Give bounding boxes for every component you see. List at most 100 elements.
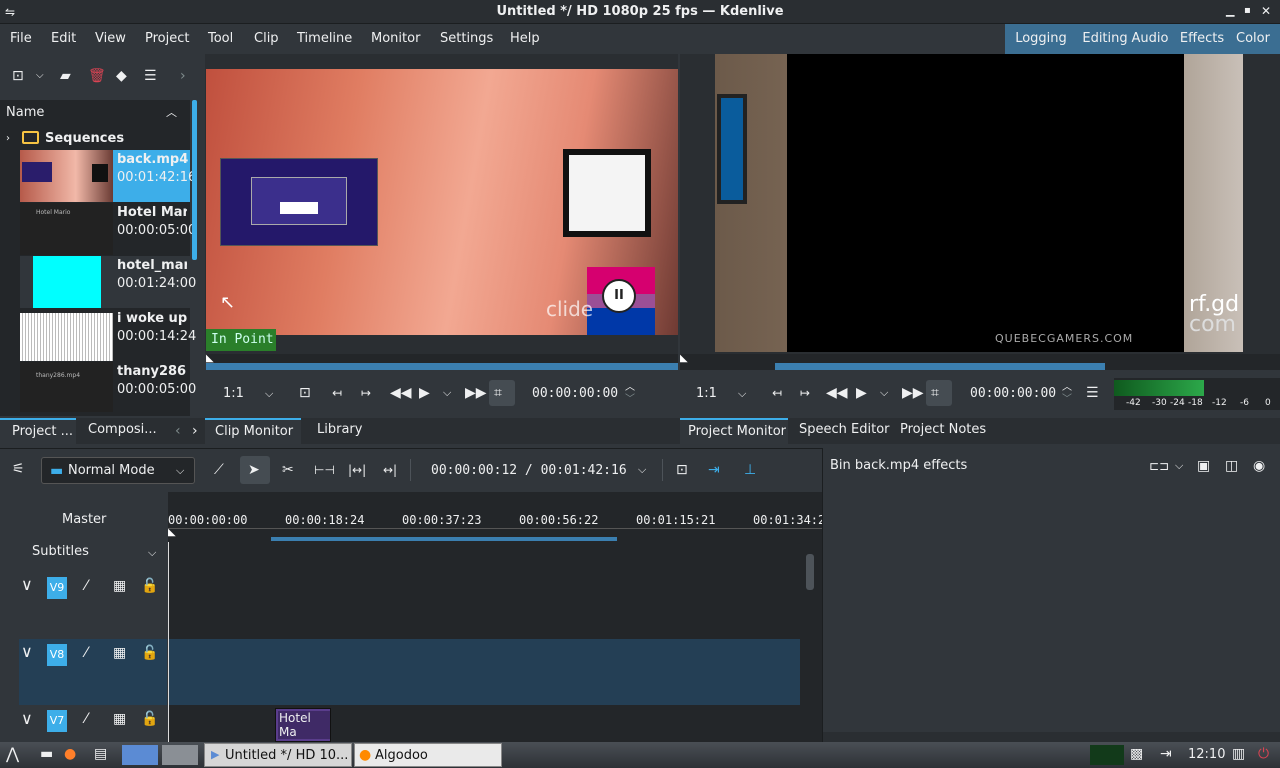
rewind-icon[interactable]: ◀◀ [826, 385, 848, 401]
lock-icon[interactable]: 🔓 [141, 711, 158, 727]
timeline-scrollbar[interactable] [806, 554, 814, 590]
set-in-icon[interactable]: ↤ [772, 385, 782, 401]
tab-clip-monitor[interactable]: Clip Monitor [205, 418, 301, 444]
forward-icon[interactable]: ▶▶ [465, 385, 487, 401]
chevron-right-icon[interactable]: › [180, 68, 186, 84]
workspace-color[interactable]: Color [1233, 24, 1273, 54]
menu-monitor[interactable]: Monitor [371, 31, 420, 46]
bin-header-name[interactable]: Name [6, 105, 44, 120]
trash-icon[interactable]: ▥ [1232, 746, 1245, 762]
bin-scrollbar[interactable] [192, 100, 197, 260]
minimize-icon[interactable]: ▁ [1226, 3, 1234, 19]
set-in-icon[interactable]: ↤ [332, 385, 342, 401]
timeline-clip[interactable]: Hotel Ma [275, 708, 331, 742]
crop-toggle-button[interactable]: ⌗ [489, 380, 515, 406]
clip-monitor-view[interactable]: II clide ↖ In Point [205, 54, 678, 354]
hamburger-menu-icon[interactable]: ☰ [144, 68, 157, 84]
lock-icon[interactable]: 🔓 [141, 645, 158, 661]
chevron-down-icon[interactable]: ⌵ [1175, 458, 1183, 474]
list-item[interactable]: thany286.mp4 thany286.r 00:00:05:00 [20, 362, 196, 414]
effects-wand-icon[interactable]: ⁄ [85, 645, 87, 661]
playhead-icon[interactable]: ◣ [680, 351, 688, 367]
film-icon[interactable]: ▦ [113, 645, 126, 661]
snap-icon[interactable]: ⟋ [214, 462, 224, 478]
tab-library[interactable]: Library [317, 422, 362, 437]
timeline-zone-bar[interactable] [271, 537, 617, 541]
tag-icon[interactable]: ◆ [116, 68, 127, 84]
project-monitor-view[interactable]: rf.gd com QUEBECGAMERS.COM [680, 54, 1280, 354]
edit-mode-select[interactable]: ▬ Normal Mode ⌵ [41, 457, 195, 484]
tab-project-monitor[interactable]: Project Monitor [680, 418, 788, 444]
chevron-down-icon[interactable]: ⌵ [148, 545, 156, 561]
clip-ruler[interactable]: ◣ [206, 351, 678, 370]
collapse-track-icon[interactable]: ∨ [21, 577, 33, 593]
fit-zoom-icon[interactable]: ⊡ [676, 462, 688, 478]
tab-speech-editor[interactable]: Speech Editor [799, 422, 890, 437]
expand-arrow-icon[interactable]: › [6, 131, 10, 147]
zoom-select[interactable]: 1:1 [223, 386, 244, 401]
show-desktop-icon[interactable]: ▬ [40, 746, 53, 762]
playhead-icon[interactable]: ◣ [168, 525, 176, 541]
chevron-left-icon[interactable]: ‹ [175, 423, 181, 439]
menu-edit[interactable]: Edit [51, 31, 76, 46]
power-icon[interactable]: ⏻ [1258, 746, 1269, 762]
track-lane-v8[interactable] [168, 639, 800, 705]
playhead-icon[interactable]: ◣ [206, 351, 214, 367]
file-manager-icon[interactable]: ▤ [94, 746, 107, 762]
list-item[interactable]: hotel_mari 00:01:24:00 [20, 256, 196, 308]
timeline-timecode[interactable]: 00:00:00:12 / 00:01:42:16 [431, 463, 627, 478]
tab-project-notes[interactable]: Project Notes [900, 422, 986, 437]
browser-icon[interactable]: ● [64, 746, 76, 762]
spin-down-icon[interactable]: ﹀ [1062, 392, 1072, 408]
overwrite-icon[interactable]: ⊥ [744, 462, 756, 478]
workspace-audio[interactable]: Audio [1130, 24, 1170, 54]
spin-down-icon[interactable]: ﹀ [625, 392, 635, 408]
play-icon[interactable]: ▶ [856, 385, 867, 401]
play-icon[interactable]: ▶ [419, 385, 430, 401]
menu-help[interactable]: Help [510, 31, 540, 46]
chevron-down-icon[interactable]: ⌵ [880, 385, 888, 401]
chevron-down-icon[interactable]: ⌵ [443, 385, 451, 401]
clip-timecode[interactable]: 00:00:00:00 [532, 386, 618, 401]
list-item[interactable]: back.mp4 00:01:42:16 [20, 150, 196, 202]
effects-wand-icon[interactable]: ⁄ [85, 711, 87, 727]
menu-clip[interactable]: Clip [254, 31, 279, 46]
subtitles-label[interactable]: Subtitles [32, 544, 89, 559]
workspace-pager-2[interactable] [162, 745, 198, 765]
save-effect-icon[interactable]: ▣ [1197, 458, 1210, 474]
workspace-effects[interactable]: Effects [1177, 24, 1227, 54]
select-tool-button[interactable]: ➤ [240, 456, 270, 484]
menu-timeline[interactable]: Timeline [297, 31, 352, 46]
tab-compositions[interactable]: Composi... [88, 422, 157, 437]
add-clip-icon[interactable]: ⊡ [12, 68, 24, 84]
menu-tool[interactable]: Tool [208, 31, 233, 46]
lock-icon[interactable]: 🔓 [141, 578, 158, 594]
taskbar-item-algodoo[interactable]: ● Algodoo [354, 743, 502, 767]
workspace-pager-1[interactable] [122, 745, 158, 765]
crop-toggle-button[interactable]: ⌗ [926, 380, 952, 406]
timeline-settings-icon[interactable]: ⚟ [12, 461, 25, 477]
menu-view[interactable]: View [95, 31, 126, 46]
insert-icon[interactable]: ⇥ [708, 462, 720, 478]
spacer-tool-icon[interactable]: ⊢⊣ [314, 462, 335, 478]
list-item[interactable]: i woke up a 00:00:14:24 [20, 309, 196, 361]
workspace-editing[interactable]: Editing [1077, 24, 1133, 54]
compare-icon[interactable]: ⊏⊐ [1149, 458, 1169, 474]
tab-project-bin[interactable]: Project ... [0, 418, 76, 444]
logout-icon[interactable]: ⇥ [1160, 746, 1172, 762]
effects-wand-icon[interactable]: ⁄ [85, 578, 87, 594]
collapse-track-icon[interactable]: ∨ [21, 711, 33, 727]
set-out-icon[interactable]: ↦ [800, 385, 810, 401]
project-ruler[interactable]: ◣ [680, 351, 1280, 370]
rewind-icon[interactable]: ◀◀ [390, 385, 412, 401]
bin-folder-sequences[interactable]: › Sequences [0, 128, 190, 150]
menu-project[interactable]: Project [145, 31, 189, 46]
network-icon[interactable]: ▩ [1130, 746, 1143, 762]
collapse-track-icon[interactable]: ∨ [21, 644, 33, 660]
ripple-tool-icon[interactable]: |↔| [348, 462, 366, 478]
maximize-icon[interactable]: ▪ [1244, 3, 1251, 19]
film-icon[interactable]: ▦ [113, 578, 126, 594]
forward-icon[interactable]: ▶▶ [902, 385, 924, 401]
master-label[interactable]: Master [62, 512, 106, 527]
chevron-down-icon[interactable]: ⌵ [265, 386, 273, 402]
